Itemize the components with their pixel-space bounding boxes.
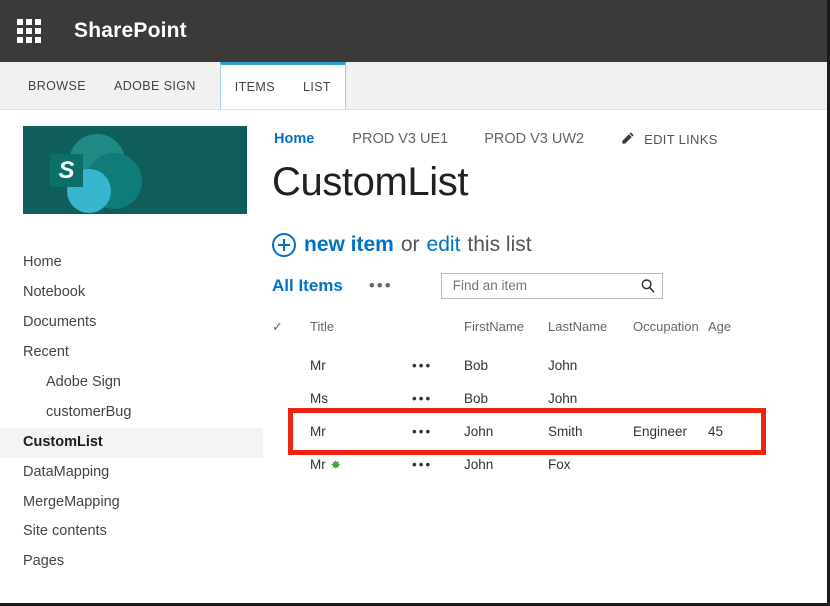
cell-age: [708, 448, 748, 481]
logo-s-tile: S: [50, 154, 83, 187]
cell-lastname: Smith: [548, 423, 583, 439]
sidebar-item-mergemapping[interactable]: MergeMapping: [0, 488, 263, 518]
cell-occupation: [633, 448, 708, 481]
table-row-highlighted[interactable]: Mr ••• John Smith Engineer 45: [272, 415, 748, 448]
cell-title-text: Mr: [310, 456, 326, 472]
sidebar-item-customerbug[interactable]: customerBug: [0, 398, 263, 428]
list-view-container: ✓ Title FirstName LastName Occupation Ag…: [263, 317, 827, 481]
column-header-firstname[interactable]: FirstName: [464, 317, 548, 349]
column-header-lastname[interactable]: LastName: [548, 317, 633, 349]
quick-launch-nav: Home Notebook Documents Recent Adobe Sig…: [0, 248, 263, 587]
cell-firstname: Bob: [464, 357, 489, 373]
view-name-all-items[interactable]: All Items: [272, 276, 343, 296]
top-nav-link-prod-v3-uw2[interactable]: PROD V3 UW2: [484, 131, 584, 147]
this-list-label: this list: [467, 232, 532, 256]
cell-lastname: John: [548, 390, 578, 406]
pencil-icon: [620, 131, 635, 148]
sharepoint-page: SharePoint BROWSE ADOBE SIGN ITEMS LIST …: [0, 0, 830, 606]
cell-title[interactable]: Mr: [310, 415, 412, 448]
ribbon-active-tab-group: ITEMS LIST: [219, 62, 346, 109]
table-row[interactable]: Mr ••• Bob John: [272, 349, 748, 382]
new-item-sparkle-icon: ✸: [330, 457, 341, 472]
sidebar-item-datamapping[interactable]: DataMapping: [0, 458, 263, 488]
cell-lastname: Fox: [548, 456, 571, 472]
page-body: S Home Notebook Documents Recent Adobe S…: [0, 110, 827, 603]
sidebar-item-site-contents[interactable]: Site contents: [0, 517, 263, 547]
cell-occupation: [633, 382, 708, 415]
search-input[interactable]: [450, 277, 640, 295]
cell-title[interactable]: Ms: [310, 382, 412, 415]
top-navigation: Home PROD V3 UE1 PROD V3 UW2 EDIT LINKS: [263, 126, 827, 152]
edit-link[interactable]: edit: [427, 233, 461, 257]
page-title: CustomList: [272, 160, 469, 204]
row-checkbox-cell[interactable]: [272, 382, 310, 415]
column-header-select-all[interactable]: ✓: [272, 317, 310, 349]
table-row[interactable]: Mr ✸ ••• John Fox: [272, 448, 748, 481]
cell-age: [708, 349, 748, 382]
sidebar-item-pages[interactable]: Pages: [0, 547, 263, 577]
or-label: or: [400, 232, 420, 256]
list-header: ✓ Title FirstName LastName Occupation Ag…: [272, 317, 748, 349]
sidebar-item-notebook[interactable]: Notebook: [0, 278, 263, 308]
new-item-link[interactable]: new item: [304, 233, 394, 257]
row-checkbox-cell[interactable]: [272, 415, 310, 448]
left-column: S Home Notebook Documents Recent Adobe S…: [0, 110, 263, 603]
cell-lastname: John: [548, 357, 578, 373]
column-header-occupation[interactable]: Occupation: [633, 317, 708, 349]
column-header-age[interactable]: Age: [708, 317, 748, 349]
row-menu-ellipsis[interactable]: •••: [412, 382, 464, 415]
sidebar-item-adobe-sign[interactable]: Adobe Sign: [0, 368, 263, 398]
sidebar-item-recent[interactable]: Recent: [0, 338, 263, 368]
view-selector-bar: All Items •••: [263, 272, 827, 299]
suite-bar: SharePoint: [0, 0, 827, 62]
cell-title[interactable]: Mr ✸: [310, 448, 412, 481]
row-checkbox-cell[interactable]: [272, 448, 310, 481]
sidebar-item-customlist[interactable]: CustomList: [0, 427, 263, 458]
cell-firstname: John: [464, 423, 494, 439]
table-header-row: ✓ Title FirstName LastName Occupation Ag…: [272, 317, 748, 349]
edit-links-label: EDIT LINKS: [644, 131, 718, 147]
list-view-table: ✓ Title FirstName LastName Occupation Ag…: [272, 317, 748, 481]
top-nav-link-home[interactable]: Home: [274, 131, 314, 147]
cell-occupation: [633, 349, 708, 382]
suite-title[interactable]: SharePoint: [74, 19, 187, 43]
view-options-ellipsis[interactable]: •••: [369, 276, 393, 296]
cell-age: 45: [708, 423, 724, 439]
list-body: Mr ••• Bob John Ms ••• Bob John Mr ••• J…: [272, 349, 748, 481]
ribbon-tab-list[interactable]: LIST: [289, 65, 345, 109]
ribbon-tab-bar: BROWSE ADOBE SIGN ITEMS LIST: [0, 62, 827, 110]
cell-title[interactable]: Mr: [310, 349, 412, 382]
site-logo[interactable]: S: [23, 126, 247, 214]
main-column: Home PROD V3 UE1 PROD V3 UW2 EDIT LINKS …: [263, 110, 827, 603]
ribbon-tab-items[interactable]: ITEMS: [221, 65, 289, 109]
sidebar-item-home[interactable]: Home: [0, 248, 263, 278]
sidebar-item-documents[interactable]: Documents: [0, 308, 263, 338]
ribbon-tab-adobe-sign[interactable]: ADOBE SIGN: [100, 62, 210, 109]
table-row[interactable]: Ms ••• Bob John: [272, 382, 748, 415]
search-box[interactable]: [440, 272, 663, 299]
row-menu-ellipsis[interactable]: •••: [412, 415, 464, 448]
row-menu-ellipsis[interactable]: •••: [412, 349, 464, 382]
app-launcher-waffle-icon[interactable]: [14, 16, 44, 46]
search-icon[interactable]: [640, 278, 656, 294]
ribbon-tab-browse[interactable]: BROWSE: [14, 62, 100, 109]
row-menu-ellipsis[interactable]: •••: [412, 448, 464, 481]
cell-occupation: Engineer: [633, 423, 688, 439]
plus-circle-icon[interactable]: [272, 232, 296, 257]
edit-links-button[interactable]: EDIT LINKS: [620, 131, 718, 148]
command-line: new item or edit this list: [263, 232, 827, 257]
column-header-spacer: [412, 317, 464, 349]
cell-firstname: Bob: [464, 390, 489, 406]
row-checkbox-cell[interactable]: [272, 349, 310, 382]
top-nav-link-prod-v3-ue1[interactable]: PROD V3 UE1: [352, 131, 448, 147]
cell-firstname: John: [464, 456, 494, 472]
cell-age: [708, 382, 748, 415]
column-header-title[interactable]: Title: [310, 317, 412, 349]
